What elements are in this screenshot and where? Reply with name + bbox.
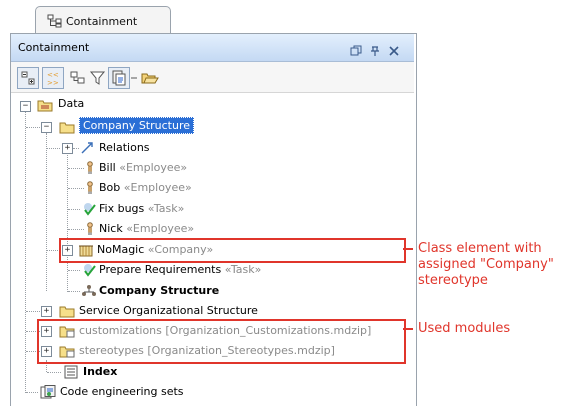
package-icon (59, 303, 75, 318)
tree-item-code-engineering-sets[interactable]: Code engineering sets (60, 385, 184, 398)
org-diagram-icon (81, 283, 97, 297)
callout-line (403, 328, 413, 330)
svg-text:>>: >> (47, 79, 59, 87)
tree-icon (47, 13, 63, 28)
stereotype-label: «Employee» (119, 161, 188, 174)
package-icon (59, 119, 75, 134)
tree-item-service-org[interactable]: Service Organizational Structure (79, 304, 258, 317)
show-auxiliary-icon[interactable] (68, 68, 88, 88)
nomagic-highlight (59, 238, 406, 263)
modules-highlight (37, 319, 406, 364)
expand-toggle[interactable]: + (62, 143, 73, 154)
stereotype-label: «Employee» (126, 222, 195, 235)
callout-line (403, 248, 413, 250)
tab-label: Containment (66, 15, 138, 28)
restore-icon[interactable] (350, 42, 362, 56)
svg-text:<<: << (47, 71, 59, 79)
tree-item-data[interactable]: Data (58, 97, 84, 110)
code-engineering-icon (40, 384, 56, 399)
expand-toggle[interactable]: + (41, 306, 52, 317)
tree-item-nick[interactable]: Nick (99, 222, 123, 235)
collapse-all-icon[interactable] (17, 67, 39, 89)
filter-icon[interactable] (88, 68, 108, 88)
tree-item-bill[interactable]: Bill (99, 161, 116, 174)
dropdown-icon[interactable] (130, 68, 138, 88)
tree-item-fix-bugs[interactable]: Fix bugs (99, 202, 144, 215)
index-icon (63, 364, 79, 379)
pin-icon[interactable] (369, 42, 381, 56)
relation-icon (79, 140, 95, 154)
tree-item-prepare-requirements[interactable]: Prepare Requirements (99, 263, 221, 276)
collapse-toggle[interactable]: − (41, 122, 52, 133)
task-check-icon (81, 201, 97, 216)
panel-title: Containment (18, 41, 90, 54)
tree-item-company-structure-diagram[interactable]: Company Structure (99, 284, 219, 297)
stereotype-label: «Employee» (123, 181, 192, 194)
tree-item-company-structure[interactable]: Company Structure (79, 117, 194, 134)
collapse-toggle[interactable]: − (20, 101, 31, 112)
data-package-icon (37, 97, 53, 112)
actor-icon (85, 180, 95, 194)
tree-item-bob[interactable]: Bob (99, 181, 120, 194)
stereotype-label: «Task» (224, 263, 262, 276)
actor-icon (85, 221, 95, 235)
annotation-used-modules: Used modules (418, 321, 511, 336)
actor-icon (85, 160, 95, 174)
task-check-icon (81, 262, 97, 277)
tree-item-relations[interactable]: Relations (99, 141, 150, 154)
sync-icon[interactable] (108, 67, 130, 89)
close-icon[interactable] (388, 42, 400, 56)
stereotype-label: «Task» (147, 202, 185, 215)
annotation-class-element: Class element with assigned "Company" st… (418, 241, 554, 288)
tree-item-index[interactable]: Index (83, 365, 117, 378)
expand-all-icon[interactable]: << >> (42, 67, 64, 89)
open-icon[interactable] (140, 68, 160, 88)
